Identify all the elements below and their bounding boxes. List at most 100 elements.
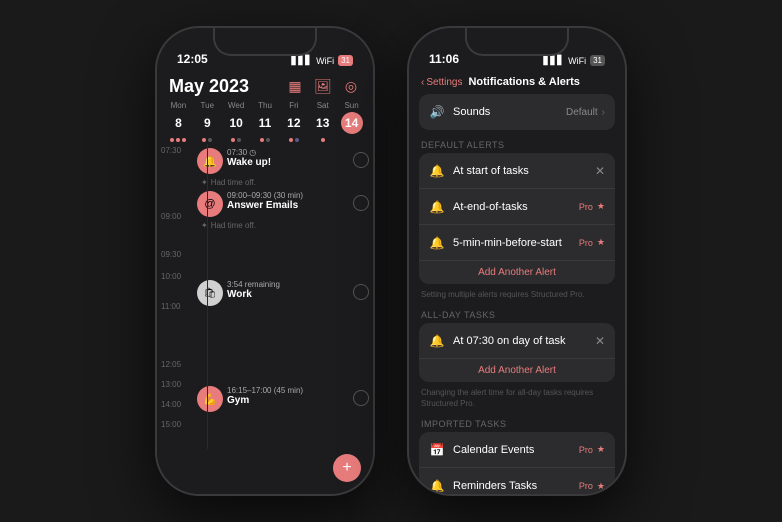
alert-row-allday[interactable]: 🔔 At 07:30 on day of task ✕ [419,323,615,359]
reminders-star: ★ [597,481,605,492]
week-row: Mon 8 Tue 9 Wed [157,101,373,144]
time-label-1300: 13:00 [161,380,181,389]
chevron-left-icon: ‹ [421,77,424,88]
gym-check[interactable] [353,390,369,406]
reminders-right: Pro ★ [579,481,605,492]
back-button[interactable]: ‹ Settings [421,77,462,88]
circle-icon[interactable]: ◎ [341,77,361,97]
alert-right-5min: Pro ★ [579,237,605,248]
default-alerts-label: DEFAULT ALERTS [409,134,625,153]
alert-right-end: Pro ★ [579,201,605,212]
emails-title: Answer Emails [227,200,353,211]
right-status-bar: 11:06 ▋▋▋ WiFi 31 [409,28,625,72]
work-info: 3:54 remaining Work [227,280,353,300]
battery-icon: 31 [338,55,353,66]
gym-title: Gym [227,395,353,406]
note-1: ✦ Had time off. [201,178,369,187]
grid-icon[interactable]: ▦ [285,77,305,97]
time-label-900: 09:00 [161,212,181,221]
right-wifi-icon: WiFi [568,56,586,66]
wifi-icon: WiFi [316,56,334,66]
work-remaining: 3:54 remaining [227,280,353,289]
calendar-events-text: Calendar Events [453,444,579,456]
time-label-730: 07:30 [161,146,181,155]
calendar-events-right: Pro ★ [579,444,605,455]
calendar-header: May 2023 ▦ 🖼 ◎ [157,72,373,101]
day-col-sat[interactable]: Sat 13 [309,101,336,144]
time-label-1205: 12:05 [161,360,181,369]
calendar-events-row[interactable]: 📅 Calendar Events Pro ★ [419,432,615,468]
left-status-bar: 12:05 ▋▋▋ WiFi 31 [157,28,373,72]
reminders-icon: 🔔 [429,479,445,493]
left-status-icons: ▋▋▋ WiFi 31 [291,55,353,66]
settings-page-title: Notifications & Alerts [468,76,579,88]
work-check[interactable] [353,284,369,300]
event-work: 🛍 3:54 remaining Work [197,280,369,306]
time-label-1400: 14:00 [161,400,181,409]
alert-text-end: At-end-of-tasks [453,201,579,213]
default-alerts-info: Setting multiple alerts requires Structu… [409,288,625,304]
sounds-row[interactable]: 🔊 Sounds Default › [419,94,615,130]
wakeup-info: 07:30 ◷ Wake up! [227,148,353,168]
timeline-line [207,144,208,449]
event-emails: @ 09:00–09:30 (30 min) Answer Emails [197,191,369,217]
emails-time: 09:00–09:30 (30 min) [227,191,353,200]
right-status-icons: ▋▋▋ WiFi 31 [543,55,605,66]
wakeup-title: Wake up! [227,157,353,168]
time-label-1000: 10:00 [161,272,181,281]
day-col-tue[interactable]: Tue 9 [194,101,221,144]
sounds-label: Sounds [453,106,566,118]
day-col-fri[interactable]: Fri 12 [280,101,307,144]
sounds-right: Default › [566,107,605,118]
sounds-chevron: › [602,107,605,118]
work-icon-circle: 🛍 [197,280,223,306]
alert-remove-start[interactable]: ✕ [595,164,605,178]
alert-text-5min: 5-min-min-before-start [453,237,579,249]
add-event-fab[interactable]: + [333,454,361,482]
reminders-pro: Pro [579,481,593,491]
sounds-icon: 🔊 [429,105,445,119]
alert-star-end: ★ [597,201,605,212]
alert-remove-allday[interactable]: ✕ [595,334,605,348]
all-day-tasks-label: ALL-DAY TASKS [409,304,625,323]
event-gym: 💪 16:15–17:00 (45 min) Gym [197,386,369,412]
alert-star-5min: ★ [597,237,605,248]
gym-icon-circle: 💪 [197,386,223,412]
wakeup-icon-circle: 🔔 [197,148,223,174]
right-battery-icon: 31 [590,55,605,66]
emails-info: 09:00–09:30 (30 min) Answer Emails [227,191,353,211]
sounds-value: Default [566,107,598,118]
emails-check[interactable] [353,195,369,211]
wakeup-time: 07:30 ◷ [227,148,353,157]
back-label: Settings [426,77,462,88]
right-signal-icon: ▋▋▋ [543,55,564,66]
left-phone: 12:05 ▋▋▋ WiFi 31 May 2023 ▦ 🖼 ◎ [155,26,375,496]
default-alerts-card: 🔔 At start of tasks ✕ 🔔 At-end-of-tasks … [419,153,615,284]
day-col-thu[interactable]: Thu 11 [252,101,279,144]
alert-icon-5min: 🔔 [429,236,445,250]
alert-row-5min[interactable]: 🔔 5-min-min-before-start Pro ★ [419,225,615,261]
day-col-sun[interactable]: Sun 14 [338,101,365,144]
wakeup-check[interactable] [353,152,369,168]
reminders-tasks-row[interactable]: 🔔 Reminders Tasks Pro ★ [419,468,615,494]
day-col-mon[interactable]: Mon 8 [165,101,192,144]
alert-text-allday: At 07:30 on day of task [453,335,595,347]
alert-row-end[interactable]: 🔔 At-end-of-tasks Pro ★ [419,189,615,225]
note-text-2: Had time off. [211,221,256,230]
calendar-events-icon: 📅 [429,443,445,457]
imported-tasks-card: 📅 Calendar Events Pro ★ 🔔 Reminders Task… [419,432,615,494]
work-title: Work [227,289,353,300]
sounds-section: 🔊 Sounds Default › [419,94,615,130]
alert-row-start[interactable]: 🔔 At start of tasks ✕ [419,153,615,189]
imported-tasks-label: IMPORTED TASKS [409,413,625,432]
day-col-wed[interactable]: Wed 10 [223,101,250,144]
event-wakeup: 🔔 07:30 ◷ Wake up! [197,148,369,174]
emails-icon-circle: @ [197,191,223,217]
calendar-events-pro: Pro [579,445,593,455]
add-default-alert[interactable]: Add Another Alert [419,261,615,284]
alert-text-start: At start of tasks [453,165,595,177]
add-allday-alert[interactable]: Add Another Alert [419,359,615,382]
photo-icon[interactable]: 🖼 [313,77,333,97]
note-text-1: Had time off. [211,178,256,187]
alert-pro-end: Pro [579,202,593,212]
